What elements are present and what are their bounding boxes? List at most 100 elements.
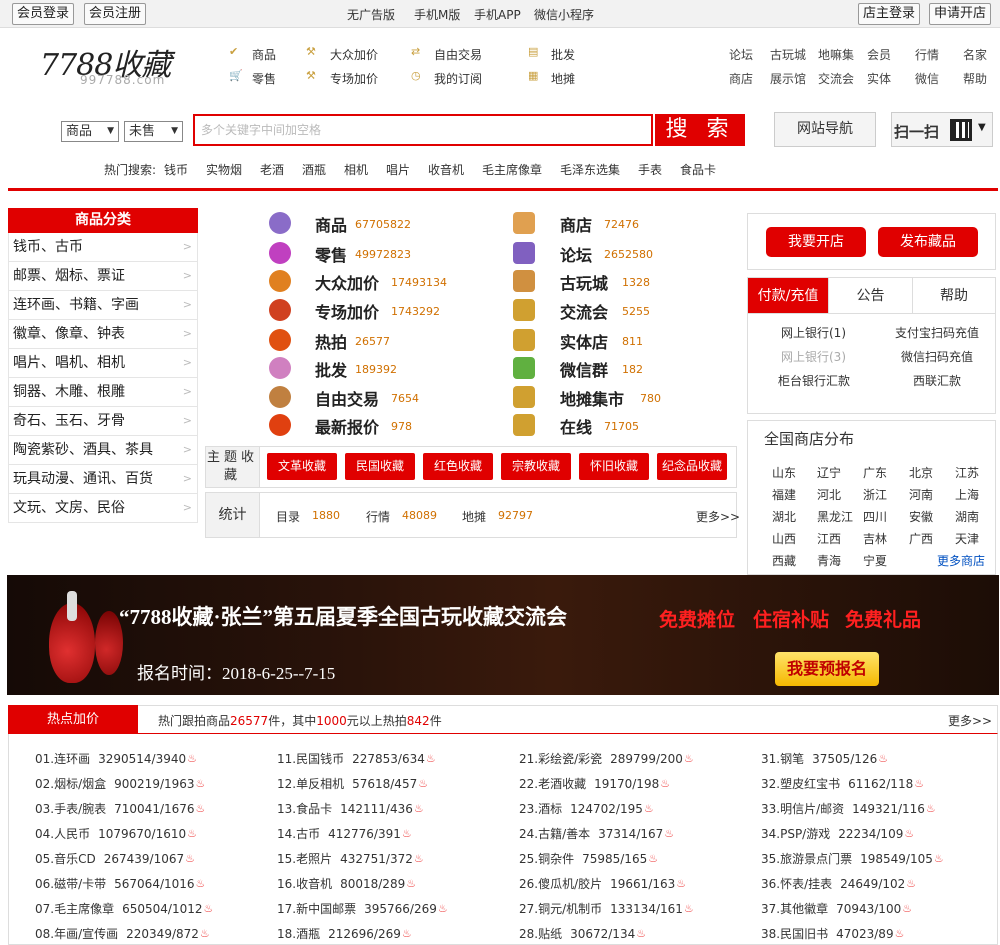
no-ads-link[interactable]: 无广告版 <box>347 6 395 23</box>
hot-bid-item[interactable]: 23.酒标 124702/195♨ <box>519 800 654 817</box>
scan-qr-button[interactable]: 扫一扫 ▼ <box>891 112 993 147</box>
hot-bid-item[interactable]: 27.铜元/机制币 133134/161♨ <box>519 900 694 917</box>
province-link[interactable]: 广东 <box>863 464 887 481</box>
hot-search-item[interactable]: 酒瓶 <box>302 161 326 178</box>
province-link[interactable]: 天津 <box>955 530 979 547</box>
province-link[interactable]: 上海 <box>955 486 979 503</box>
hot-bid-item[interactable]: 07.毛主席像章 650504/1012♨ <box>35 900 213 917</box>
theme-button[interactable]: 宗教收藏 <box>501 453 571 480</box>
hot-bid-item[interactable]: 13.食品卡 142111/436♨ <box>277 800 424 817</box>
link-exhibition[interactable]: 展示馆 <box>770 70 806 87</box>
wechat-mini-link[interactable]: 微信小程序 <box>534 6 594 23</box>
link-physical[interactable]: 实体 <box>867 70 891 87</box>
stat-label[interactable]: 商店 <box>560 212 592 236</box>
hot-search-item[interactable]: 手表 <box>638 161 662 178</box>
province-link[interactable]: 青海 <box>817 552 841 569</box>
province-link[interactable]: 吉林 <box>863 530 887 547</box>
search-input[interactable]: 多个关键字中间加空格 <box>193 114 653 146</box>
publish-item-button[interactable]: 发布藏品 <box>878 227 978 257</box>
hot-bid-item[interactable]: 16.收音机 80018/289♨ <box>277 875 416 892</box>
hot-search-item[interactable]: 老酒 <box>260 161 284 178</box>
hot-bid-item[interactable]: 35.旅游景点门票 198549/105♨ <box>761 850 944 867</box>
hot-bid-item[interactable]: 21.彩绘瓷/彩瓷 289799/200♨ <box>519 750 694 767</box>
stat-label[interactable]: 在线 <box>560 414 592 438</box>
province-link[interactable]: 河南 <box>909 486 933 503</box>
link-stall-market[interactable]: 地嘛集 <box>818 46 854 63</box>
stat-label[interactable]: 热拍 <box>315 329 347 353</box>
hot-search-item[interactable]: 食品卡 <box>680 161 716 178</box>
stat-label[interactable]: 批发 <box>315 357 347 381</box>
province-link[interactable]: 河北 <box>817 486 841 503</box>
stat-label[interactable]: 地摊集市 <box>560 386 624 410</box>
province-link[interactable]: 湖北 <box>772 508 796 525</box>
stat-label[interactable]: 零售 <box>315 242 347 266</box>
hot-bid-more-link[interactable]: 更多>> <box>948 712 992 729</box>
hot-bid-item[interactable]: 17.新中国邮票 395766/269♨ <box>277 900 448 917</box>
hot-search-item[interactable]: 收音机 <box>428 161 464 178</box>
pay-link[interactable]: 支付宝扫码充值 <box>895 324 979 341</box>
link-wechat[interactable]: 微信 <box>915 70 939 87</box>
theme-button[interactable]: 民国收藏 <box>345 453 415 480</box>
category-item[interactable]: 邮票、烟标、票证 > <box>8 262 198 291</box>
hot-bid-item[interactable]: 06.磁带/卡带 567064/1016♨ <box>35 875 206 892</box>
stat-label[interactable]: 论坛 <box>560 242 592 266</box>
hot-bid-item[interactable]: 25.铜杂件 75985/165♨ <box>519 850 658 867</box>
theme-button[interactable]: 红色收藏 <box>423 453 493 480</box>
member-register-button[interactable]: 会员注册 <box>84 3 147 25</box>
stat-label[interactable]: 最新报价 <box>315 414 379 438</box>
hot-search-item[interactable]: 毛主席像章 <box>482 161 542 178</box>
province-link[interactable]: 江西 <box>817 530 841 547</box>
nav-retail[interactable]: 零售 <box>252 70 276 87</box>
hot-bid-item[interactable]: 24.古籍/善本 37314/167♨ <box>519 825 674 842</box>
stat-label[interactable]: 商品 <box>315 212 347 236</box>
province-link[interactable]: 辽宁 <box>817 464 841 481</box>
province-link[interactable]: 广西 <box>909 530 933 547</box>
statistics-more-link[interactable]: 更多>> <box>696 508 740 525</box>
hot-search-item[interactable]: 钱币 <box>164 161 188 178</box>
hot-search-item[interactable]: 实物烟 <box>206 161 242 178</box>
open-shop-button[interactable]: 我要开店 <box>766 227 866 257</box>
hot-bid-item[interactable]: 01.连环画 3290514/3940♨ <box>35 750 197 767</box>
stat-label[interactable]: 大众加价 <box>315 270 379 294</box>
hot-bid-item[interactable]: 36.怀表/挂表 24649/102♨ <box>761 875 916 892</box>
province-link[interactable]: 北京 <box>909 464 933 481</box>
hot-bid-item[interactable]: 26.傻瓜机/胶片 19661/163♨ <box>519 875 686 892</box>
nav-wholesale[interactable]: 批发 <box>551 46 575 63</box>
nav-special-bid[interactable]: 专场加价 <box>330 70 378 87</box>
hot-bid-item[interactable]: 05.音乐CD 267439/1067♨ <box>35 850 195 867</box>
member-login-button[interactable]: 会员登录 <box>12 3 75 25</box>
search-button[interactable]: 搜 索 <box>655 114 745 146</box>
link-masters[interactable]: 名家 <box>963 46 987 63</box>
hot-bid-item[interactable]: 22.老酒收藏 19170/198♨ <box>519 775 670 792</box>
tab-payment[interactable]: 付款/充值 <box>748 278 828 314</box>
category-item[interactable]: 文玩、文房、民俗 > <box>8 494 198 523</box>
link-market-price[interactable]: 行情 <box>915 46 939 63</box>
link-help[interactable]: 帮助 <box>963 70 987 87</box>
stat-label[interactable]: 微信群 <box>560 357 608 381</box>
category-item[interactable]: 铜器、木雕、根雕 > <box>8 378 198 407</box>
mobile-m-link[interactable]: 手机M版 <box>414 6 460 23</box>
search-type-select[interactable]: 商品 ▼ <box>61 121 119 142</box>
province-link[interactable]: 湖南 <box>955 508 979 525</box>
stat-label[interactable]: 交流会 <box>560 299 608 323</box>
stat-label[interactable]: 古玩城 <box>560 270 608 294</box>
link-forum[interactable]: 论坛 <box>729 46 753 63</box>
event-banner[interactable]: “7788收藏·张兰”第五届夏季全国古玩收藏交流会 免费摊位 住宿补贴 免费礼品… <box>7 575 999 695</box>
hot-bid-item[interactable]: 38.民国旧书 47023/89♨ <box>761 925 905 942</box>
hot-bid-item[interactable]: 02.烟标/烟盒 900219/1963♨ <box>35 775 206 792</box>
theme-button[interactable]: 纪念品收藏 <box>657 453 727 480</box>
site-nav-button[interactable]: 网站导航 <box>774 112 876 147</box>
link-member[interactable]: 会员 <box>867 46 891 63</box>
pay-link[interactable]: 柜台银行汇款 <box>778 372 850 389</box>
province-link[interactable]: 安徽 <box>909 508 933 525</box>
pay-link[interactable]: 网上银行(3) <box>781 348 846 365</box>
hot-bid-item[interactable]: 04.人民币 1079670/1610♨ <box>35 825 197 842</box>
nav-stall[interactable]: 地摊 <box>551 70 575 87</box>
stat-label[interactable]: 自由交易 <box>315 386 379 410</box>
pre-register-button[interactable]: 我要预报名 <box>775 652 879 686</box>
pay-link[interactable]: 网上银行(1) <box>781 324 846 341</box>
link-exchange[interactable]: 交流会 <box>818 70 854 87</box>
province-link[interactable]: 宁夏 <box>863 552 887 569</box>
hot-bid-item[interactable]: 33.明信片/邮资 149321/116♨ <box>761 800 936 817</box>
nav-product[interactable]: 商品 <box>252 46 276 63</box>
